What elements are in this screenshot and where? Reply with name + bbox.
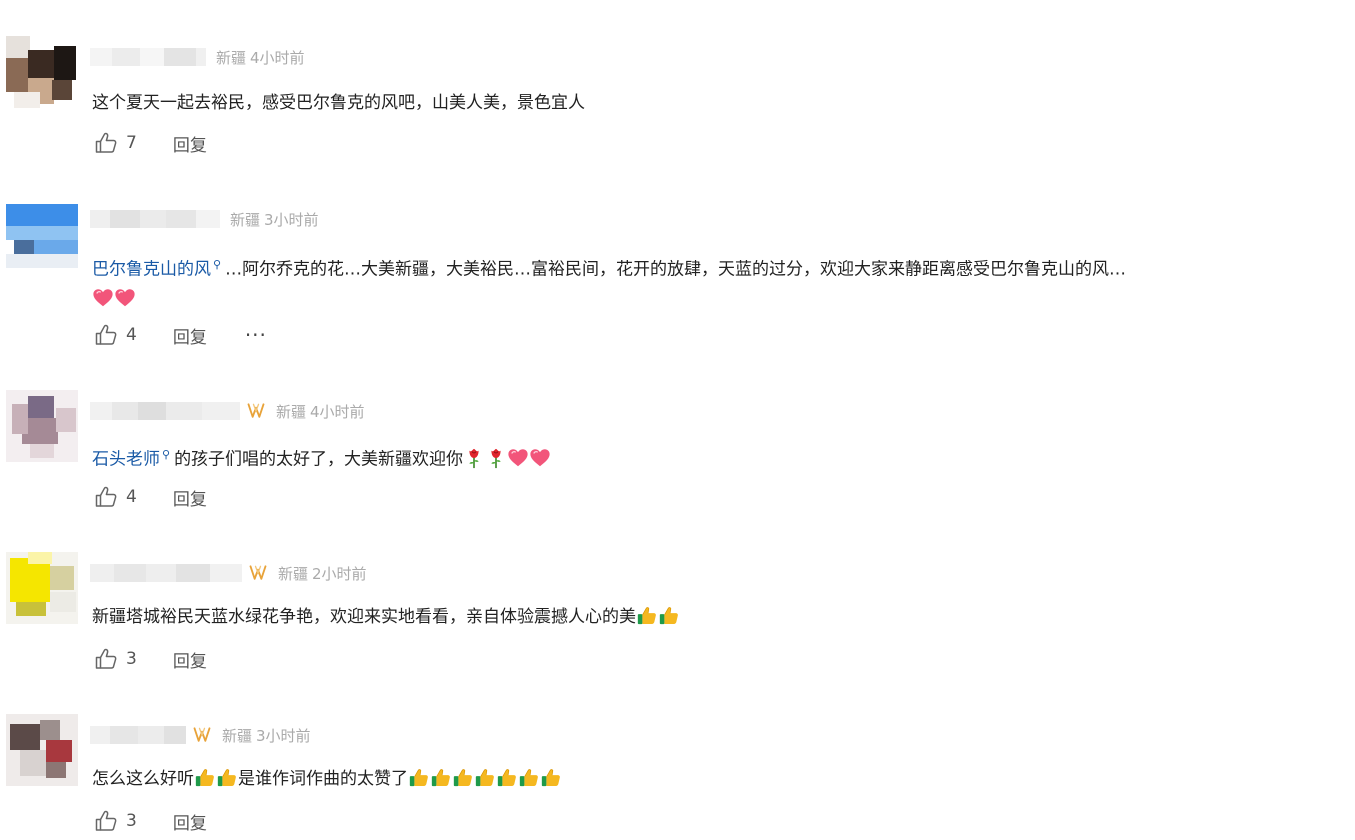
- thumbs-up-emoji-icon: [194, 766, 216, 788]
- reply-button[interactable]: 回复: [173, 323, 207, 348]
- vip-badge-icon[interactable]: [192, 725, 212, 745]
- thumbs-up-emoji-icon: [496, 766, 518, 788]
- thumbs-up-emoji-icon: [518, 766, 540, 788]
- thumbs-up-emoji-icon: [636, 604, 658, 626]
- comment-text: 石头老师 ⚲ 的孩子们唱的太好了，大美新疆欢迎你: [92, 440, 551, 475]
- avatar[interactable]: [6, 714, 78, 786]
- comment-meta: 新疆 3小时前: [230, 210, 319, 229]
- like-count: 7: [126, 133, 137, 153]
- comment-meta: 新疆 4小时前: [216, 48, 305, 67]
- thumbs-up-emoji-icon: [658, 604, 680, 626]
- search-icon: ⚲: [162, 448, 171, 461]
- comment-actions: 7 回复: [94, 128, 207, 158]
- thumbs-up-icon: [94, 485, 118, 509]
- comment-meta: 新疆 2小时前: [278, 564, 367, 583]
- reply-button[interactable]: 回复: [173, 647, 207, 672]
- comment-text: 这个夏天一起去裕民，感受巴尔鲁克的风吧，山美人美，景色宜人: [92, 93, 585, 113]
- heart-emoji-icon: [507, 447, 529, 469]
- like-button[interactable]: 3: [94, 809, 137, 833]
- avatar[interactable]: [6, 198, 78, 270]
- search-icon: ⚲: [213, 258, 222, 271]
- mention-link[interactable]: 石头老师: [92, 450, 160, 470]
- thumbs-up-emoji-icon: [430, 766, 452, 788]
- thumbs-up-icon: [94, 131, 118, 155]
- like-count: 3: [126, 649, 137, 669]
- heart-emoji-icon: [92, 287, 114, 309]
- comment-text: 新疆塔城裕民天蓝水绿花争艳，欢迎来实地看看，亲自体验震撼人心的美: [92, 602, 680, 632]
- reply-button[interactable]: 回复: [173, 809, 207, 834]
- like-count: 3: [126, 811, 137, 831]
- avatar[interactable]: [6, 390, 78, 462]
- username-blurred[interactable]: [90, 399, 240, 423]
- reply-button[interactable]: 回复: [173, 131, 207, 156]
- heart-emoji-icon: [529, 447, 551, 469]
- thumbs-up-emoji-icon: [408, 766, 430, 788]
- comment-meta: 新疆 4小时前: [276, 402, 365, 421]
- comment-actions: 3 回复: [94, 806, 207, 836]
- avatar[interactable]: [6, 36, 78, 108]
- rose-emoji-icon: [463, 447, 485, 469]
- username-blurred[interactable]: [90, 207, 220, 231]
- like-button[interactable]: 3: [94, 647, 137, 671]
- like-count: 4: [126, 325, 137, 345]
- rose-emoji-icon: [485, 447, 507, 469]
- vip-badge-icon[interactable]: [246, 401, 266, 421]
- avatar[interactable]: [6, 552, 78, 624]
- comment-header: 新疆 2小时前: [90, 560, 367, 586]
- username-blurred[interactable]: [90, 723, 186, 747]
- like-button[interactable]: 4: [94, 485, 137, 509]
- more-options-icon[interactable]: ···: [245, 323, 267, 347]
- thumbs-up-icon: [94, 323, 118, 347]
- thumbs-up-icon: [94, 809, 118, 833]
- comment-actions: 3 回复: [94, 644, 207, 674]
- comment-meta: 新疆 3小时前: [222, 726, 311, 745]
- username-blurred[interactable]: [90, 45, 206, 69]
- thumbs-up-emoji-icon: [474, 766, 496, 788]
- like-button[interactable]: 7: [94, 131, 137, 155]
- comment-text: 怎么这么好听 是谁作词作曲的太赞了: [92, 764, 562, 794]
- topic-link[interactable]: 巴尔鲁克山的风: [92, 260, 211, 280]
- thumbs-up-icon: [94, 647, 118, 671]
- comment-header: 新疆 3小时前: [90, 206, 319, 232]
- like-count: 4: [126, 487, 137, 507]
- like-button[interactable]: 4: [94, 323, 137, 347]
- thumbs-up-emoji-icon: [540, 766, 562, 788]
- heart-emoji-icon: [114, 287, 136, 309]
- thumbs-up-emoji-icon: [452, 766, 474, 788]
- reply-button[interactable]: 回复: [173, 485, 207, 510]
- vip-badge-icon[interactable]: [248, 563, 268, 583]
- thumbs-up-emoji-icon: [216, 766, 238, 788]
- comment-header: 新疆 3小时前: [90, 722, 311, 748]
- comment-actions: 4 回复: [94, 482, 207, 512]
- comment-actions: 4 回复 ···: [94, 320, 267, 350]
- comment-header: 新疆 4小时前: [90, 398, 365, 424]
- comment-text: 巴尔鲁克山的风 ⚲ …阿尔乔克的花…大美新疆，大美裕民…富裕民间，花开的放肆，天蓝的…: [92, 250, 1126, 315]
- username-blurred[interactable]: [90, 561, 242, 585]
- comment-header: 新疆 4小时前: [90, 44, 305, 70]
